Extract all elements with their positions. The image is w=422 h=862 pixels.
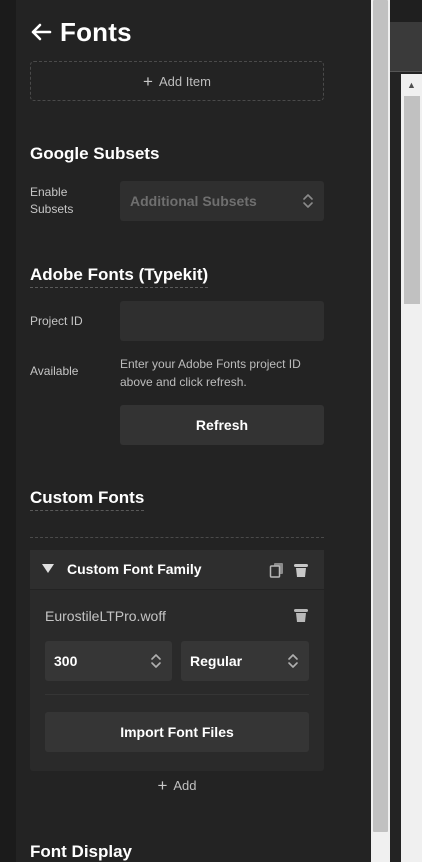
custom-font-family-title: Custom Font Family xyxy=(67,561,202,577)
import-font-files-button[interactable]: Import Font Files xyxy=(45,712,309,752)
font-file-name: EurostileLTPro.woff xyxy=(45,608,166,624)
chevron-up-down-icon xyxy=(150,653,162,669)
outer-toolbar-edge xyxy=(390,0,422,22)
panel-scrollbar-thumb[interactable] xyxy=(373,0,388,832)
enable-subsets-label: Enable Subsets xyxy=(30,184,73,218)
panel-header: Fonts xyxy=(30,14,132,50)
outer-toolbar xyxy=(390,22,422,72)
enable-subsets-label-line2: Subsets xyxy=(30,202,74,216)
plus-icon: + xyxy=(143,71,153,91)
caret-down-icon[interactable] xyxy=(42,564,54,573)
divider xyxy=(30,537,324,538)
refresh-button[interactable]: Refresh xyxy=(120,405,324,445)
adobe-help-text: Enter your Adobe Fonts project ID above … xyxy=(120,357,301,389)
enable-subsets-label-line1: Enable xyxy=(30,185,68,199)
trash-icon[interactable] xyxy=(293,607,309,623)
font-weight-select[interactable]: 300 xyxy=(45,641,172,681)
page-title: Fonts xyxy=(60,16,132,47)
add-item-label: Add Item xyxy=(158,73,211,89)
plus-icon: + xyxy=(157,775,168,795)
chevron-up-down-icon xyxy=(287,653,299,669)
project-id-label: Project ID xyxy=(30,314,83,328)
font-style-select[interactable]: Regular xyxy=(181,641,309,681)
additional-subsets-select[interactable]: Additional Subsets xyxy=(120,181,324,221)
custom-font-family-header[interactable]: Custom Font Family xyxy=(30,550,324,590)
custom-font-family-card: Custom Font Family EurostileLTPro.woff 3… xyxy=(30,550,324,771)
add-font-family-button[interactable]: + Add xyxy=(30,776,324,794)
arrow-left-icon[interactable] xyxy=(30,20,54,44)
adobe-fonts-title: Adobe Fonts (Typekit) xyxy=(30,265,209,288)
custom-fonts-title: Custom Fonts xyxy=(30,488,145,511)
duplicate-icon[interactable] xyxy=(269,562,285,578)
font-style-value: Regular xyxy=(190,653,243,669)
font-display-title: Font Display xyxy=(30,842,133,861)
add-label: Add xyxy=(173,777,197,793)
available-label: Available xyxy=(30,364,79,378)
page-scrollbar-thumb[interactable] xyxy=(404,96,420,304)
trash-icon[interactable] xyxy=(293,562,309,578)
chevron-up-down-icon xyxy=(302,193,314,209)
left-gutter xyxy=(0,0,16,862)
google-subsets-title: Google Subsets xyxy=(30,144,160,163)
divider xyxy=(45,694,309,695)
additional-subsets-value: Additional Subsets xyxy=(130,193,257,209)
scroll-up-arrow-icon[interactable]: ▲ xyxy=(401,74,422,96)
project-id-input[interactable] xyxy=(120,301,324,341)
font-weight-value: 300 xyxy=(54,653,78,669)
add-item-button[interactable]: + Add Item xyxy=(30,61,324,101)
